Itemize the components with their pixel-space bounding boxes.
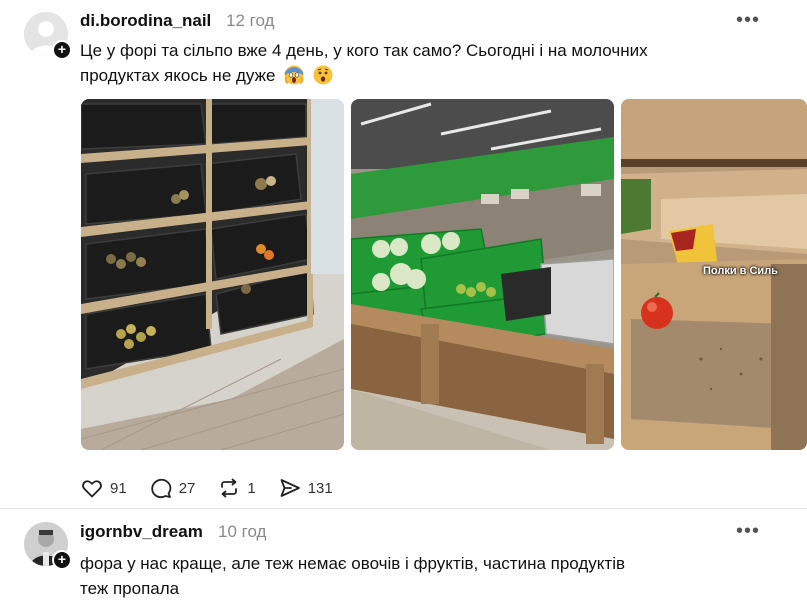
post-image-1[interactable] [81, 99, 344, 450]
post-image-3[interactable]: Полки в Силь [621, 99, 807, 450]
follow-plus-icon[interactable]: + [52, 40, 72, 60]
repost-icon [221, 478, 238, 498]
comment-button[interactable]: 27 [149, 476, 196, 500]
image-overlay-text: Полки в Силь [703, 265, 778, 277]
post-username[interactable]: di.borodina_nail [80, 11, 211, 31]
reply-more-options-icon[interactable]: ••• [736, 520, 760, 543]
reply-timestamp[interactable]: 10 год [218, 522, 266, 542]
share-count: 131 [307, 479, 333, 497]
follow-plus-icon[interactable]: + [52, 550, 72, 570]
reply-text-line-2: теж пропала [80, 579, 180, 598]
share-button[interactable]: 131 [278, 476, 333, 500]
send-icon [280, 479, 300, 497]
like-count: 91 [110, 479, 127, 497]
heart-icon [82, 480, 102, 498]
repost-button[interactable]: 1 [217, 476, 256, 500]
reply-text-line: фора у нас краще, але теж немає овочів і… [80, 554, 626, 573]
screaming-face-icon [284, 65, 304, 85]
reply-avatar[interactable]: + [24, 522, 72, 570]
reply-username[interactable]: igornbv_dream [80, 522, 203, 542]
more-options-icon[interactable]: ••• [736, 9, 760, 32]
repost-count: 1 [247, 479, 256, 497]
post-text-line-2-text: продуктах якось не дуже [80, 66, 276, 85]
comment-icon [150, 478, 172, 499]
post-text: Це у форі та сільпо вже 4 день, у кого т… [80, 38, 780, 88]
like-button[interactable]: 91 [80, 476, 127, 500]
reply-text: фора у нас краще, але теж немає овочів і… [80, 551, 780, 601]
avatar[interactable]: + [24, 12, 72, 60]
post-timestamp[interactable]: 12 год [226, 11, 274, 31]
comment-count: 27 [178, 479, 196, 497]
action-bar: 91 27 1 131 [80, 474, 355, 502]
post-image-2[interactable] [351, 99, 614, 450]
worried-face-icon [313, 65, 333, 85]
post-text-line: Це у форі та сільпо вже 4 день, у кого т… [80, 41, 648, 60]
post-text-line-2: продуктах якось не дуже [80, 63, 780, 88]
divider [0, 508, 807, 509]
